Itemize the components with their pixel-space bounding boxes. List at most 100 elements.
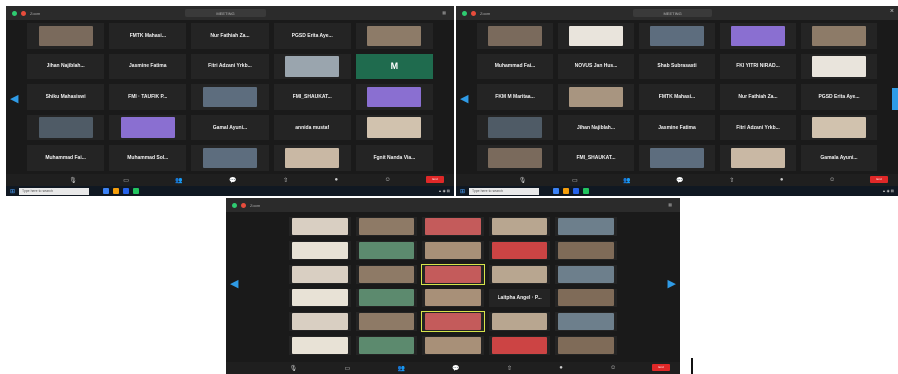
control-mute-icon[interactable]: 🎙 (519, 177, 527, 184)
participant-tile[interactable]: Nur Fathiah Za... (190, 22, 270, 50)
participant-tile[interactable] (354, 287, 419, 309)
control-record-icon[interactable]: ● (335, 177, 339, 183)
participant-tile[interactable] (487, 216, 552, 237)
participant-tile[interactable]: Shab Subrasasti (638, 52, 716, 81)
participant-tile[interactable]: M (354, 52, 434, 81)
control-reactions-icon[interactable]: ☺ (610, 365, 616, 371)
windows-start-icon[interactable]: ⊞ (10, 188, 15, 195)
participant-tile[interactable]: Nur Fathiah Za... (719, 83, 797, 111)
participant-tile[interactable] (288, 287, 352, 309)
participant-tile[interactable]: FMTK Mahasi... (108, 22, 188, 50)
participant-tile[interactable]: Muhammad Fai... (476, 52, 554, 81)
participant-tile[interactable]: Jihan Najiblah... (26, 52, 106, 81)
participant-tile[interactable]: FKI YITRI NIRAD... (719, 52, 797, 81)
participant-tile[interactable] (354, 335, 419, 356)
participant-tile[interactable] (354, 239, 419, 261)
participant-tile[interactable]: Fgnit Nanda Via... (354, 144, 434, 172)
next-page-tab[interactable] (892, 88, 898, 110)
control-record-icon[interactable]: ● (780, 177, 784, 183)
view-button[interactable]: ▦ (668, 202, 672, 207)
control-share-screen-icon[interactable]: ⇧ (507, 365, 512, 372)
participant-tile[interactable]: PGSD Erita Aye... (272, 22, 352, 50)
control-video-icon[interactable]: ▭ (572, 177, 578, 184)
participant-tile[interactable] (190, 83, 270, 111)
participant-tile[interactable] (487, 335, 552, 356)
participant-tile[interactable] (288, 216, 352, 237)
participant-tile[interactable] (800, 113, 878, 142)
participant-tile[interactable]: NOVUS Jan Hus... (557, 52, 635, 81)
participant-tile[interactable] (800, 52, 878, 81)
participant-tile[interactable] (554, 239, 618, 261)
participant-tile[interactable]: Fitri Adzani Yrkb... (190, 52, 270, 81)
control-participants-icon[interactable]: 👥 (397, 365, 404, 372)
participant-tile[interactable] (557, 22, 635, 50)
participant-tile[interactable] (354, 22, 434, 50)
participant-tile[interactable] (476, 113, 554, 142)
control-chat-icon[interactable]: 💬 (676, 177, 683, 184)
participant-tile[interactable]: Gamal Ayuni... (190, 113, 270, 142)
participant-tile[interactable]: Gamala Ayuni... (800, 144, 878, 172)
control-share-screen-icon[interactable]: ⇧ (283, 177, 288, 184)
participant-tile[interactable]: FMI · TAUFIK P... (108, 83, 188, 111)
participant-tile[interactable] (476, 22, 554, 50)
participant-tile[interactable]: Jasmine Fatima (108, 52, 188, 81)
participant-tile[interactable]: Fitri Adzani Yrkb... (719, 113, 797, 142)
participant-tile[interactable] (638, 22, 716, 50)
participant-tile[interactable] (554, 216, 618, 237)
participant-tile[interactable] (554, 335, 618, 356)
participant-tile[interactable] (719, 22, 797, 50)
participant-tile[interactable]: Muhammad Fai... (26, 144, 106, 172)
participant-tile[interactable] (421, 239, 485, 261)
participant-tile[interactable]: annida mustaf (272, 113, 352, 142)
participant-tile[interactable] (190, 144, 270, 172)
participant-tile[interactable] (487, 263, 552, 285)
participant-tile[interactable]: Shiku Mahasiswi (26, 83, 106, 111)
view-button[interactable]: ▦ (442, 10, 446, 15)
control-participants-icon[interactable]: 👥 (175, 177, 182, 184)
control-video-icon[interactable]: ▭ (345, 365, 351, 372)
control-mute-icon[interactable]: 🎙 (290, 365, 298, 372)
browser-icon[interactable] (553, 188, 560, 194)
control-video-icon[interactable]: ▭ (123, 177, 129, 184)
browser-icon[interactable] (103, 188, 110, 194)
close-icon[interactable]: × (890, 8, 894, 15)
control-record-icon[interactable]: ● (559, 365, 563, 371)
control-mute-icon[interactable]: 🎙 (69, 177, 77, 184)
participant-tile[interactable] (354, 263, 419, 285)
participant-tile[interactable] (288, 239, 352, 261)
participant-tile[interactable] (487, 239, 552, 261)
chrome-icon[interactable] (133, 188, 140, 194)
participant-tile[interactable]: Jihan Najiblah... (557, 113, 635, 142)
prev-page-icon[interactable]: ◀ (10, 92, 18, 105)
participant-tile[interactable] (288, 263, 352, 285)
participant-tile[interactable]: FMTK Mahasi... (638, 83, 716, 111)
control-reactions-icon[interactable]: ☺ (385, 177, 391, 183)
participant-tile[interactable] (638, 144, 716, 172)
participant-tile[interactable]: Jasmine Fatima (638, 113, 716, 142)
participant-tile[interactable] (487, 311, 552, 333)
participant-tile[interactable] (554, 311, 618, 333)
participant-tile[interactable] (421, 263, 485, 285)
participant-tile[interactable]: FMI_SHAUKAT... (272, 83, 352, 111)
participant-tile[interactable] (421, 335, 485, 356)
zoom-icon[interactable] (573, 188, 580, 194)
participant-tile[interactable]: PGSD Erita Aye... (800, 83, 878, 111)
control-participants-icon[interactable]: 👥 (623, 177, 630, 184)
participant-tile[interactable] (272, 52, 352, 81)
end-button[interactable]: End (870, 176, 888, 183)
participant-tile[interactable] (354, 216, 419, 237)
participant-tile[interactable] (26, 113, 106, 142)
prev-page-icon[interactable]: ◀ (230, 277, 238, 290)
participant-tile[interactable]: Muhammad Sol... (108, 144, 188, 172)
windows-start-icon[interactable]: ⊞ (460, 188, 465, 195)
participant-tile[interactable] (719, 144, 797, 172)
participant-tile[interactable]: Laitpha Angel · P... (487, 287, 552, 309)
participant-tile[interactable] (288, 335, 352, 356)
taskbar-search[interactable]: Type here to search (19, 187, 90, 195)
participant-tile[interactable] (354, 83, 434, 111)
control-chat-icon[interactable]: 💬 (452, 365, 459, 372)
end-button[interactable]: End (426, 176, 444, 183)
end-button[interactable]: End (652, 364, 670, 371)
control-chat-icon[interactable]: 💬 (229, 177, 236, 184)
participant-tile[interactable] (26, 22, 106, 50)
